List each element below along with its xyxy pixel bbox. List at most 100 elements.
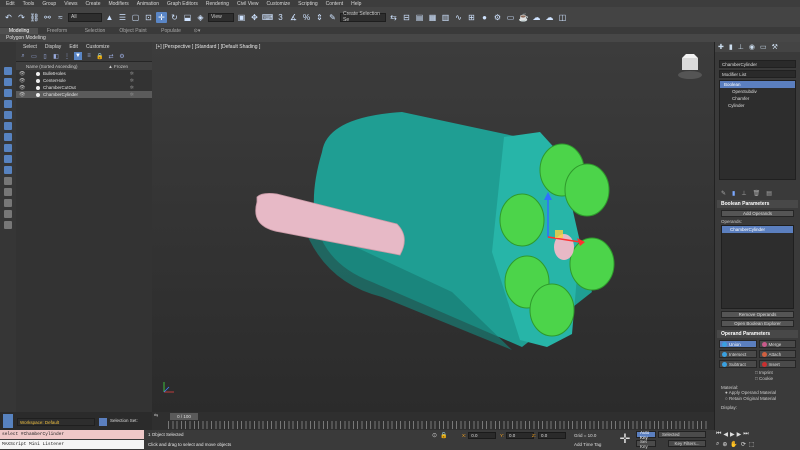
previous-frame-icon[interactable]: ◀	[723, 431, 728, 438]
display-helpers-icon[interactable]	[4, 111, 12, 119]
undo-icon[interactable]: ↶	[3, 12, 14, 23]
select-and-rotate-icon[interactable]: ↻	[169, 12, 180, 23]
menu-help[interactable]: Help	[347, 1, 365, 7]
union-button[interactable]: Union	[719, 340, 757, 348]
display-lights-icon[interactable]	[4, 89, 12, 97]
render-iterative-icon[interactable]: ☁	[531, 12, 542, 23]
rendered-frame-window-icon[interactable]: ▭	[505, 12, 516, 23]
add-operands-button[interactable]: Add Operands	[721, 210, 794, 217]
explorer-menu-customize[interactable]: Customize	[82, 44, 114, 50]
maxscript-input[interactable]: MAXScript Mini Listener	[0, 440, 144, 449]
pivot-center-icon[interactable]: ▣	[236, 12, 247, 23]
search-icon[interactable]: ⌕	[19, 52, 27, 60]
display-none-icon[interactable]	[4, 210, 12, 218]
list-item[interactable]: 👁 CenterHole ✲	[16, 77, 152, 84]
auto-key-button[interactable]: Auto Key	[636, 430, 656, 440]
select-none-icon[interactable]: ▯	[41, 52, 49, 60]
visibility-eye-icon[interactable]: 👁	[19, 85, 25, 91]
snaps-toggle-icon[interactable]: 3	[275, 12, 286, 23]
configure-sets-icon[interactable]: ▤	[766, 190, 772, 197]
selection-set-icon[interactable]	[99, 418, 107, 426]
stack-item-opensubdiv[interactable]: OpenSubdiv	[720, 88, 795, 95]
schematic-view-icon[interactable]: ⊞	[466, 12, 477, 23]
display-space-warps-icon[interactable]	[4, 122, 12, 130]
y-field[interactable]: 0.0	[506, 432, 535, 439]
retain-original-material-radio[interactable]: ○ Retain Original Material	[725, 396, 800, 402]
menu-animation[interactable]: Animation	[133, 1, 163, 7]
lock-icon[interactable]: 🔒	[96, 52, 104, 60]
isolate-selection-icon[interactable]: ⊙	[432, 432, 437, 439]
menu-tools[interactable]: Tools	[19, 1, 39, 7]
rectangular-selection-icon[interactable]: ▢	[130, 12, 141, 23]
tab-populate[interactable]: Populate	[152, 28, 190, 34]
freeze-icon[interactable]: ✲	[130, 92, 134, 98]
freeze-icon[interactable]: ✲	[130, 71, 134, 77]
display-tab-icon[interactable]: ▭	[760, 43, 767, 51]
set-key-button[interactable]: Set Key	[636, 439, 656, 449]
ribbon-options-icon[interactable]: ⊙▾	[190, 28, 204, 34]
list-item[interactable]: 👁 ChamberCutOut ✲	[16, 84, 152, 91]
zoom-all-icon[interactable]: ⊕	[722, 441, 727, 448]
column-frozen[interactable]: ▲ Frozen	[108, 64, 128, 69]
zoom-icon[interactable]: ⌕	[716, 441, 719, 448]
edit-named-selection-icon[interactable]: ✎	[327, 12, 338, 23]
menu-rendering[interactable]: Rendering	[202, 1, 233, 7]
selection-lock-icon[interactable]: 🔒	[440, 432, 447, 439]
keyboard-shortcut-icon[interactable]: ⌨	[262, 12, 274, 23]
add-time-tag-icon[interactable]: ✛	[618, 431, 632, 447]
settings-icon[interactable]: ⚙	[118, 52, 126, 60]
menu-customize[interactable]: Customize	[263, 1, 295, 7]
object-name-field[interactable]: ChamberCylinder	[719, 60, 796, 68]
x-coordinate[interactable]: X: 0.0	[462, 432, 497, 439]
display-cameras-icon[interactable]	[4, 100, 12, 108]
column-name[interactable]: Name (Sorted Ascending)	[26, 64, 78, 69]
menu-civil-view[interactable]: Civil View	[233, 1, 263, 7]
pin-stack-icon[interactable]: ✎	[721, 190, 726, 197]
pan-icon[interactable]: ✋	[730, 441, 737, 448]
freeze-icon[interactable]: ✲	[130, 78, 134, 84]
filter-icon[interactable]	[4, 221, 12, 229]
track-bar[interactable]	[168, 421, 708, 429]
attach-button[interactable]: Attach	[758, 350, 796, 358]
display-bones-icon[interactable]	[4, 155, 12, 163]
maxscript-output[interactable]: select #ChamberCylinder	[0, 430, 144, 439]
show-end-result-icon[interactable]: ▮	[732, 190, 735, 197]
y-coordinate[interactable]: Y: 0.0	[500, 432, 535, 439]
go-to-start-icon[interactable]: ⏮	[716, 431, 721, 438]
redo-icon[interactable]: ↷	[16, 12, 27, 23]
motion-tab-icon[interactable]: ◉	[749, 43, 755, 51]
menu-create[interactable]: Create	[81, 1, 104, 7]
a360-gallery-icon[interactable]: ◫	[557, 12, 568, 23]
menu-content[interactable]: Content	[322, 1, 348, 7]
select-manipulate-icon[interactable]: ✥	[249, 12, 260, 23]
render-in-cloud-icon[interactable]: ☁	[544, 12, 555, 23]
merge-button[interactable]: Merge	[758, 340, 796, 348]
menu-edit[interactable]: Edit	[2, 1, 19, 7]
menu-graph-editors[interactable]: Graph Editors	[163, 1, 202, 7]
cookie-checkbox[interactable]: □ Cookie	[755, 376, 800, 382]
intersect-button[interactable]: Intersect	[719, 350, 757, 358]
spinner-snap-icon[interactable]: ⇕	[314, 12, 325, 23]
make-unique-icon[interactable]: ⊥	[741, 190, 746, 197]
explorer-menu-edit[interactable]: Edit	[65, 44, 82, 50]
invert-selection-icon[interactable]: ◧	[52, 52, 60, 60]
sync-selection-icon[interactable]: ⇄	[107, 52, 115, 60]
select-and-scale-icon[interactable]: ⬓	[182, 12, 193, 23]
ribbon-panel-label[interactable]: Polygon Modeling	[0, 34, 800, 42]
tab-object-paint[interactable]: Object Paint	[114, 28, 152, 34]
render-production-icon[interactable]: ☕	[518, 12, 529, 23]
stack-item-chamfer[interactable]: Chamfer	[720, 95, 795, 102]
display-xrefs-icon[interactable]	[4, 144, 12, 152]
display-containers-icon[interactable]	[4, 166, 12, 174]
window-crossing-icon[interactable]: ⊡	[143, 12, 154, 23]
curve-editor-icon[interactable]: ∿	[453, 12, 464, 23]
explorer-menu-select[interactable]: Select	[19, 44, 41, 50]
freeze-icon[interactable]: ✲	[130, 85, 134, 91]
display-all-icon[interactable]	[4, 199, 12, 207]
utilities-tab-icon[interactable]: ⚒	[772, 43, 778, 51]
select-by-name-icon[interactable]: ☰	[117, 12, 128, 23]
list-item[interactable]: 👁 ChamberCylinder ✲	[16, 91, 152, 98]
menu-views[interactable]: Views	[60, 1, 81, 7]
insert-button[interactable]: Insert	[758, 360, 796, 368]
select-object-icon[interactable]: ▲	[104, 12, 115, 23]
